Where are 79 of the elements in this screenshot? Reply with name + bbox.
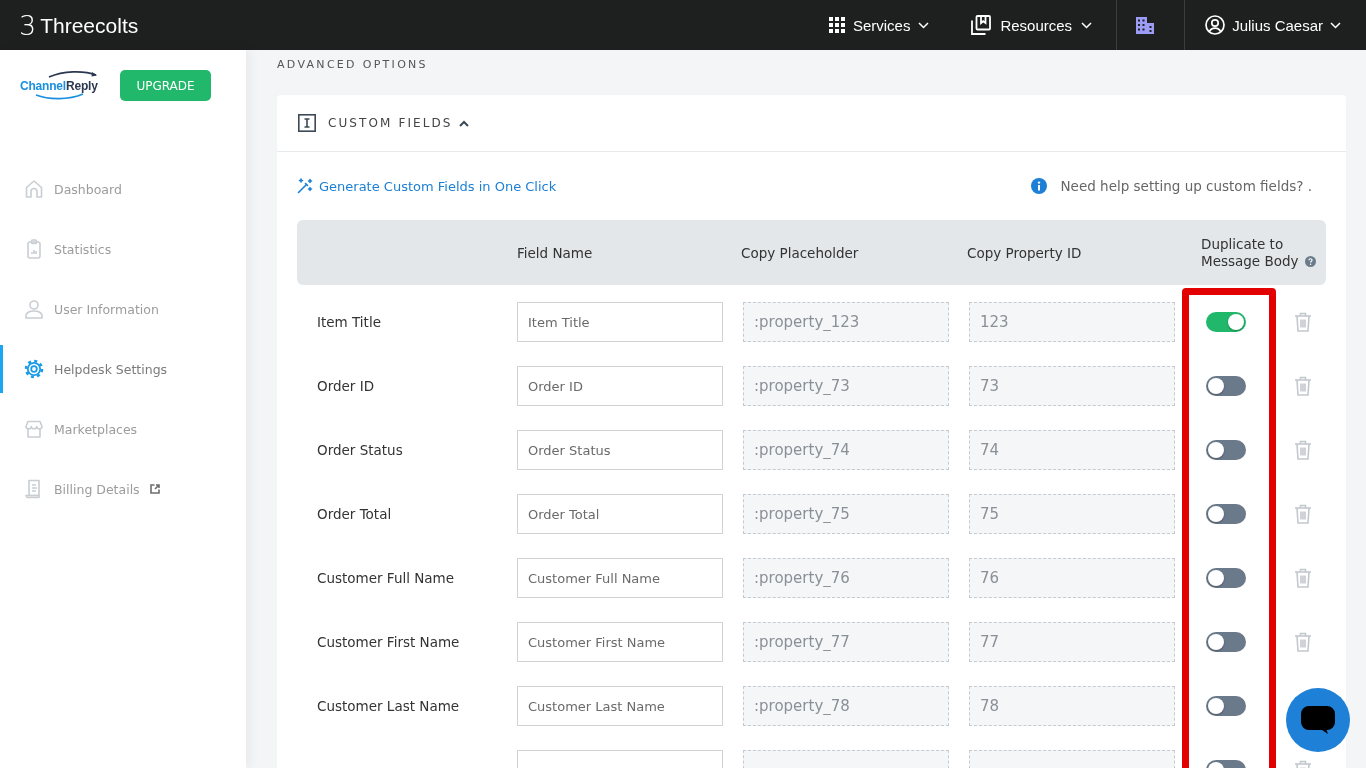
field-label: Order Total <box>317 506 393 522</box>
field-label: Item Title <box>317 314 382 330</box>
channelreply-logo: ChannelReply <box>20 70 98 101</box>
field-name-input[interactable]: Order ID <box>517 366 723 406</box>
field-name-input[interactable]: Order Status <box>517 430 723 470</box>
field-name-input[interactable]: Order Total <box>517 494 723 534</box>
trash-icon[interactable] <box>1294 440 1312 460</box>
trash-icon[interactable] <box>1294 568 1312 588</box>
trash-icon[interactable] <box>1294 376 1312 396</box>
section-header-button[interactable]: CUSTOM FIELDS <box>328 116 469 130</box>
generate-fields-link[interactable]: Generate Custom Fields in One Click <box>297 178 557 194</box>
copy-property-id-field[interactable]: 73 <box>969 366 1175 406</box>
copy-placeholder-field[interactable]: :property_77 <box>743 622 949 662</box>
copy-property-id-field[interactable]: 77 <box>969 622 1175 662</box>
column-header: Field Name <box>517 244 594 261</box>
copy-placeholder-field[interactable]: :property_123 <box>743 302 949 342</box>
column-header: Duplicate to Message Body <box>1201 235 1300 270</box>
store-icon <box>24 419 44 439</box>
text-field-icon <box>298 114 316 132</box>
sidebar-item[interactable]: Marketplaces <box>0 405 246 453</box>
speech-bubble-icon <box>1301 706 1335 734</box>
caret-up-icon <box>458 119 469 127</box>
nav-menu-button[interactable]: Resources <box>950 0 1117 50</box>
bookmark-stack-icon <box>971 15 992 35</box>
toggle-switch[interactable] <box>1206 504 1246 524</box>
user-avatar-icon <box>1205 15 1226 35</box>
caret-down-icon <box>1330 21 1341 29</box>
column-header: Copy Placeholder <box>741 244 860 261</box>
sidebar-item[interactable]: Statistics <box>0 225 246 273</box>
field-label: Customer Last Name <box>317 698 461 714</box>
copy-placeholder-field[interactable]: :property_74 <box>743 430 949 470</box>
person-icon <box>24 299 44 319</box>
clipboard-icon <box>24 239 44 259</box>
sidebar-item[interactable]: Billing Details <box>0 465 246 513</box>
brand-name: Threecolts <box>40 14 139 36</box>
column-header: Copy Property ID <box>967 244 1083 261</box>
grid-icon <box>828 17 845 33</box>
help-text: Need help setting up custom fields? . <box>1060 178 1312 194</box>
field-label: Customer First Name <box>317 634 461 650</box>
trash-icon[interactable] <box>1294 504 1312 524</box>
copy-property-id-field[interactable]: 78 <box>969 686 1175 726</box>
field-name-input[interactable]: Customer First Name <box>517 622 723 662</box>
sidebar-item[interactable]: Dashboard <box>0 165 246 213</box>
home-icon <box>24 179 44 199</box>
toggle-switch[interactable] <box>1206 312 1246 332</box>
field-label: Order Status <box>317 442 404 458</box>
caret-down-icon <box>918 21 930 29</box>
section-title: ADVANCED OPTIONS <box>277 58 429 72</box>
upgrade-button[interactable]: UPGRADE <box>120 70 211 101</box>
copy-placeholder-field[interactable]: :property_75 <box>743 494 949 534</box>
info-icon <box>1030 178 1047 194</box>
sidebar-item[interactable]: User Information <box>0 285 246 333</box>
building-icon[interactable] <box>1135 15 1156 35</box>
magic-wand-icon <box>297 178 313 194</box>
brand-mark: 3 <box>19 11 37 39</box>
copy-property-id-field[interactable]: 76 <box>969 558 1175 598</box>
copy-placeholder-field[interactable]: :property_78 <box>743 686 949 726</box>
copy-property-id-field[interactable]: 74 <box>969 430 1175 470</box>
field-name-input[interactable]: Customer Last Name <box>517 686 723 726</box>
toggle-switch[interactable] <box>1206 696 1246 716</box>
copy-placeholder-field[interactable]: :property_73 <box>743 366 949 406</box>
help-icon <box>1305 255 1316 267</box>
copy-placeholder-field[interactable]: :property_76 <box>743 558 949 598</box>
field-label: Order ID <box>317 378 376 394</box>
field-name-input[interactable]: Customer Full Name <box>517 558 723 598</box>
user-menu-button[interactable]: Julius Caesar <box>1185 0 1366 50</box>
nav-menu-button[interactable]: Services <box>828 0 951 50</box>
field-name-input[interactable]: Item Title <box>517 302 723 342</box>
trash-icon[interactable] <box>1294 312 1312 332</box>
field-label: Customer Full Name <box>317 570 456 586</box>
toggle-switch[interactable] <box>1206 376 1246 396</box>
toggle-switch[interactable] <box>1206 568 1246 588</box>
copy-property-id-field[interactable]: 75 <box>969 494 1175 534</box>
trash-icon[interactable] <box>1294 632 1312 652</box>
caret-down-icon <box>1081 21 1093 29</box>
settings-icon <box>24 359 44 379</box>
toggle-switch[interactable] <box>1206 632 1246 652</box>
copy-property-id-field[interactable]: 123 <box>969 302 1175 342</box>
toggle-switch[interactable] <box>1206 440 1246 460</box>
